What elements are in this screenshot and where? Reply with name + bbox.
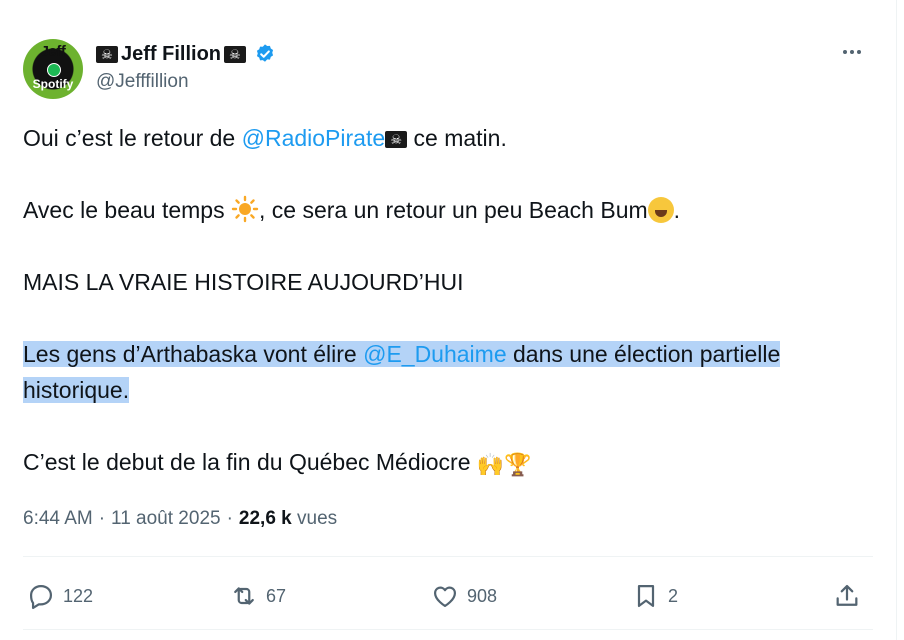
sun-emoji-icon xyxy=(231,195,259,223)
views-count-wrap: 22,6 k vues xyxy=(239,508,337,530)
tweet-line: Avec le beau temps , ce sera un retour u… xyxy=(23,192,883,228)
like-button[interactable]: 908 xyxy=(431,574,497,618)
tweet-line: C’est le debut de la fin du Québec Médio… xyxy=(23,444,883,483)
author-name-row[interactable]: ☠ Jeff Fillion ☠ xyxy=(96,40,276,68)
tweet-time[interactable]: 6:44 AM xyxy=(23,508,93,530)
meta-separator: · xyxy=(226,508,233,529)
views-label: vues xyxy=(297,508,338,529)
tweet-line: Les gens d’Arthabaska vont élire @E_Duha… xyxy=(23,336,883,372)
spotify-icon xyxy=(47,63,61,77)
share-button[interactable] xyxy=(833,574,861,618)
pirate-flag-icon: ☠ xyxy=(96,45,118,63)
pirate-flag-icon: ☠ xyxy=(385,131,408,149)
pirate-flag-icon: ☠ xyxy=(224,45,246,63)
text-segment: dans une élection partielle xyxy=(506,341,781,367)
tweet-text: Oui c’est le retour de @RadioPirate ☠ ce … xyxy=(23,120,883,483)
repost-button[interactable]: 67 xyxy=(230,574,286,618)
like-count: 908 xyxy=(467,585,498,606)
reply-icon xyxy=(29,584,53,610)
mention-radiopirate[interactable]: @RadioPirate xyxy=(242,125,386,151)
text-segment: Oui c’est le retour de xyxy=(23,125,242,151)
action-bar: 122 67 908 2 xyxy=(23,574,873,618)
text-segment: Avec le beau temps xyxy=(23,197,231,223)
bookmark-icon xyxy=(637,584,655,608)
tweet-line: MAIS LA VRAIE HISTOIRE AUJOURD’HUI xyxy=(23,269,464,295)
divider xyxy=(23,556,873,557)
text-segment: C’est le debut de la fin du Québec Médio… xyxy=(23,449,477,475)
tweet-date[interactable]: 11 août 2025 xyxy=(111,508,221,530)
avatar-line1: Jeff xyxy=(40,43,66,60)
tweet-line: Oui c’est le retour de @RadioPirate ☠ ce … xyxy=(23,120,883,156)
tweet-card: Jeff Spotify ☠ Jeff Fillion ☠ @Jefffilli… xyxy=(0,0,896,640)
avatar[interactable]: Jeff Spotify xyxy=(23,39,83,99)
trophy-emoji-icon: 🏆 xyxy=(504,452,532,477)
author-handle[interactable]: @Jefffillion xyxy=(96,71,189,93)
text-segment: . xyxy=(673,197,681,223)
divider xyxy=(23,629,873,630)
bookmark-button[interactable]: 2 xyxy=(632,574,678,618)
heart-icon xyxy=(433,586,457,608)
text-segment: historique. xyxy=(23,377,130,403)
text-segment: , ce sera un retour un peu Beach Bum xyxy=(258,197,648,223)
mention-eduhaime[interactable]: @E_Duhaime xyxy=(363,341,507,367)
reply-button[interactable]: 122 xyxy=(27,574,93,618)
bookmark-count: 2 xyxy=(668,585,679,606)
more-options-icon[interactable] xyxy=(843,50,869,60)
reply-count: 122 xyxy=(63,585,94,606)
avatar-line2: Spotify xyxy=(32,77,74,91)
tweet-meta: 6:44 AM · 11 août 2025 · 22,6 k vues xyxy=(23,508,337,530)
verified-badge-icon xyxy=(256,44,274,62)
meta-separator: · xyxy=(98,508,106,529)
laughing-emoji-icon xyxy=(647,197,674,223)
tweet-line: historique. xyxy=(23,372,883,408)
share-icon xyxy=(836,584,858,606)
raised-hands-emoji-icon: 🙌 xyxy=(476,452,505,477)
text-segment: Les gens d’Arthabaska vont élire xyxy=(23,341,364,367)
views-count: 22,6 k xyxy=(238,508,292,529)
display-name[interactable]: Jeff Fillion xyxy=(121,43,221,66)
panel-border xyxy=(896,0,897,640)
repost-count: 67 xyxy=(266,585,287,606)
text-segment: ce matin. xyxy=(407,125,507,151)
repost-icon xyxy=(234,587,254,605)
